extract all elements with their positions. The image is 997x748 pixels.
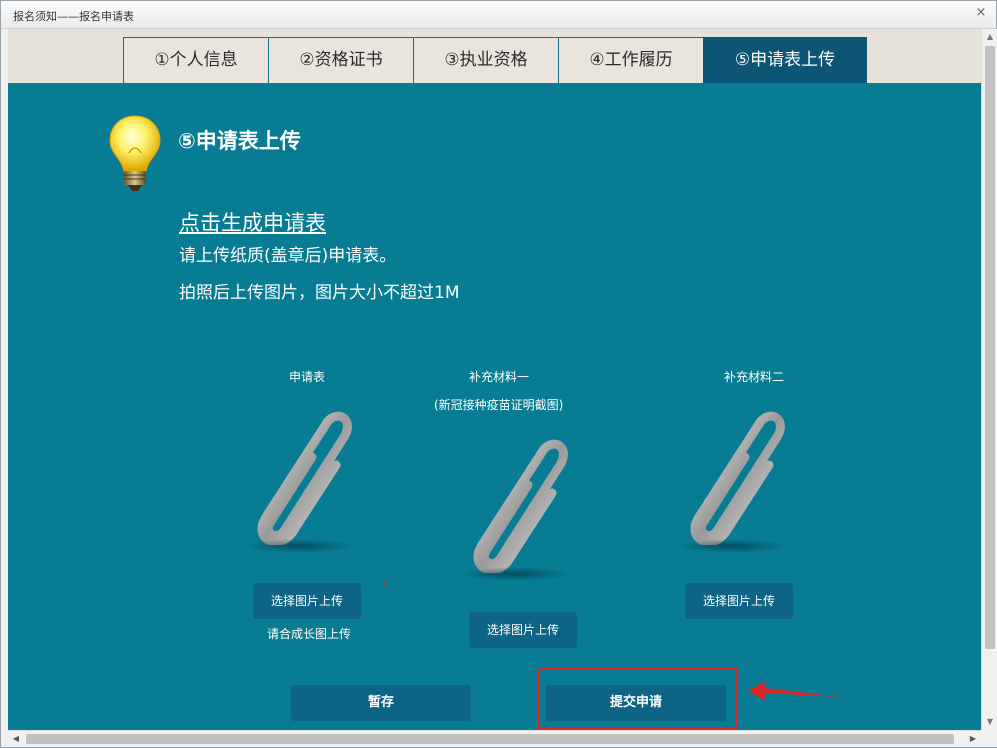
scrollbar-corner [981,730,997,747]
tab-qualification-certificate[interactable]: ②资格证书 [268,37,414,83]
tab-application-upload[interactable]: ⑤申请表上传 [703,37,867,83]
arrow-icon [748,681,842,701]
main-content: ⑤申请表上传 点击生成申请表 请上传纸质(盖章后)申请表。 拍照后上传图片，图片… [8,83,981,730]
step-tabs: ①个人信息 ②资格证书 ③执业资格 ④工作履历 ⑤申请表上传 [8,29,981,83]
upload-hint: 请合成长图上传 [267,627,352,641]
photo-instruction: 拍照后上传图片，图片大小不超过1M [179,283,460,303]
upload-button-supplement-1[interactable]: 选择图片上传 [469,612,577,648]
upload-button-supplement-2[interactable]: 选择图片上传 [685,583,793,619]
scroll-down-icon[interactable]: ▼ [982,714,997,730]
dialog-window: 报名须知——报名申请表 × ①个人信息 ②资格证书 ③执业资格 ④工作履历 ⑤申… [0,0,997,748]
generate-form-link[interactable]: 点击生成申请表 [179,207,326,237]
paperclip-icon [690,411,785,545]
upload-instruction: 请上传纸质(盖章后)申请表。 [179,246,397,266]
upload-label-supplement-1: 补充材料一 [469,370,530,384]
lightbulb-icon [109,115,161,191]
tab-personal-info[interactable]: ①个人信息 [123,37,269,83]
close-icon[interactable]: × [974,6,988,20]
paperclip-icon [473,439,568,573]
submit-highlight-box [538,668,738,730]
tab-work-history[interactable]: ④工作履历 [558,37,704,83]
clip-shadow [677,539,787,553]
title-bar: 报名须知——报名申请表 × [1,1,996,29]
horizontal-scroll-thumb[interactable] [26,734,954,744]
tab-practice-qualification[interactable]: ③执业资格 [413,37,559,83]
upload-label-supplement-2: 补充材料二 [724,370,785,384]
clip-shadow [460,567,570,581]
horizontal-scrollbar[interactable]: ◀ ▶ [8,730,981,747]
scroll-left-icon[interactable]: ◀ [8,731,24,747]
vertical-scroll-thumb[interactable] [985,46,995,649]
section-heading: ⑤申请表上传 [178,130,301,153]
clip-shadow [244,539,354,553]
scroll-up-icon[interactable]: ▲ [982,29,997,45]
vertical-scrollbar[interactable]: ▲ ▼ [981,29,997,730]
paperclip-icon [257,411,352,545]
save-draft-button[interactable]: 暂存 [291,685,471,721]
upload-sublabel-vaccine-proof: (新冠接种疫苗证明截图) [434,398,564,412]
left-margin [1,29,8,747]
scroll-right-icon[interactable]: ▶ [965,731,981,747]
required-marker: * [382,578,388,592]
window-title: 报名须知——报名申请表 [13,10,134,23]
upload-button-application-form[interactable]: 选择图片上传 [253,583,361,619]
upload-label-application-form: 申请表 [289,370,326,384]
